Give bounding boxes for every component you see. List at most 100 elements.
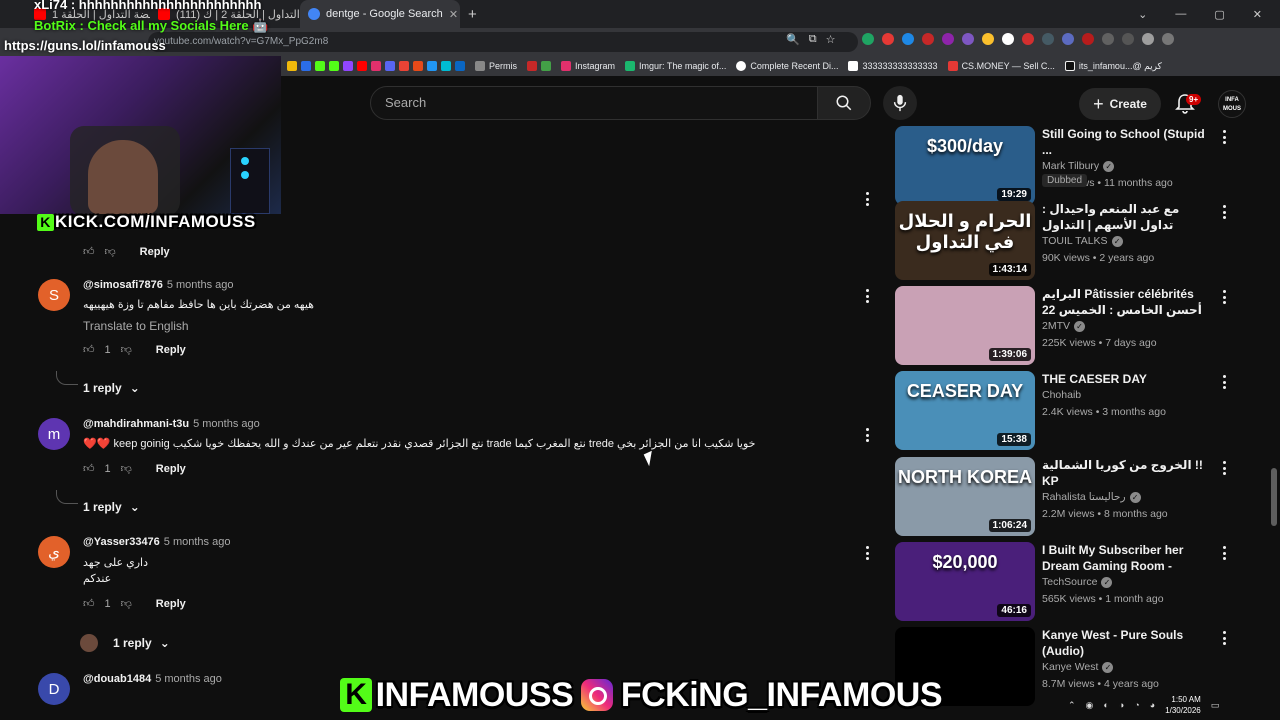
close-icon[interactable]: ✕ [449,8,458,21]
dislike-icon[interactable]: 👎︎ [121,462,132,475]
reply-button[interactable]: Reply [156,344,186,356]
video-thumbnail[interactable]: الحرام و الحلال في التداول 1:43:14 [895,201,1035,280]
like-icon[interactable]: 👍︎ [83,597,95,610]
bookmark-333[interactable]: 333333333333333 [848,61,938,71]
video-thumbnail[interactable]: $300/day 19:29 [895,126,1035,205]
video-title[interactable]: Kanye West - Pure Souls (Audio) [1042,627,1212,659]
comment-menu-icon[interactable] [864,428,870,442]
related-video-2[interactable]: الحرام و الحلال في التداول 1:43:14 مع عبد … [895,201,1235,281]
bookmark-csmoney[interactable]: CS.MONEY — Sell C... [947,61,1055,71]
create-button[interactable]: + Create [1079,88,1161,120]
related-video-4[interactable]: CEASER DAY 15:38 THE CAESER DAY Chohaib 2.4K… [895,371,1235,451]
video-title[interactable]: Still Going to School (Stupid ... [1042,126,1212,158]
bookmark-imgur[interactable]: Imgur: The magic of... [625,61,726,71]
minimize-icon[interactable]: — [1175,8,1186,20]
puzzle-icon[interactable] [1102,33,1114,45]
video-thumbnail[interactable]: NORTH KOREA 1:06:24 [895,457,1035,536]
replies-toggle[interactable]: 1 reply ⌄ [83,500,140,514]
dislike-icon[interactable]: 👎︎ [105,245,116,258]
zoom-icon[interactable]: 🔍 [786,33,800,46]
video-channel[interactable]: 2MTV ✓ [1042,320,1086,332]
app-icon[interactable]: ◑ [1119,700,1124,710]
video-title[interactable]: مع عبد المنعم واحيدال : تداول الأسهم | ا… [1042,201,1212,233]
comment-time[interactable]: 5 months ago [193,418,260,430]
chevron-up-icon[interactable]: ⌃ [1068,700,1076,711]
wifi-icon[interactable]: ◔ [1134,700,1139,710]
extension-icon[interactable] [962,33,974,45]
comment-time[interactable]: 5 months ago [164,536,231,548]
bookmark-github[interactable]: Complete Recent Di... [736,61,838,71]
bookmark-instagram[interactable]: Instagram [561,61,615,71]
like-icon[interactable]: 👍︎ [83,343,95,356]
like-icon[interactable]: 👍︎ [83,245,95,258]
network-icon[interactable]: ◉ [1086,700,1094,711]
video-channel[interactable]: TOUIL TALKS ✓ [1042,235,1123,247]
scrollbar-thumb[interactable] [1271,468,1277,526]
notification-icon[interactable]: ▭ [1211,700,1220,711]
dislike-icon[interactable]: 👎︎ [121,597,132,610]
comment-time[interactable]: 5 months ago [155,673,222,685]
comment-menu-icon[interactable] [864,546,870,560]
replies-toggle[interactable]: 1 reply ⌄ [113,636,170,650]
extension-icon[interactable] [1042,33,1054,45]
video-menu-icon[interactable] [1221,375,1227,389]
video-channel[interactable]: Rahalista رحاليستا ✓ [1042,491,1141,503]
video-thumbnail[interactable]: 1:39:06 [895,286,1035,365]
video-menu-icon[interactable] [1221,130,1227,144]
search-input[interactable]: Search [370,86,818,120]
cast-icon[interactable]: ⧉ [809,33,817,46]
comment-menu-icon[interactable] [864,289,870,303]
extension-icon[interactable] [882,33,894,45]
translate-link[interactable]: Translate to English [83,319,189,333]
clock[interactable]: 1:50 AM 1/30/2026 [1165,694,1201,716]
maximize-icon[interactable]: ▢ [1214,8,1224,21]
extension-icon[interactable] [942,33,954,45]
video-channel[interactable]: Mark Tilbury ✓ [1042,160,1115,172]
video-title[interactable]: THE CAESER DAY [1042,371,1212,387]
video-channel[interactable]: TechSource ✓ [1042,576,1113,588]
avatar[interactable]: ي [38,536,70,568]
extension-icon[interactable] [1002,33,1014,45]
comment-author[interactable]: @mahdirahmani-t3u [83,418,189,430]
profile-icon[interactable] [1142,33,1154,45]
reply-button[interactable]: Reply [156,463,186,475]
replies-toggle[interactable]: 1 reply ⌄ [83,381,140,395]
video-thumbnail[interactable]: CEASER DAY 15:38 [895,371,1035,450]
extension-icon[interactable] [902,33,914,45]
menu-icon[interactable] [1122,33,1134,45]
url-field[interactable]: youtube.com/watch?v=G7Mx_PpG2m8 [148,32,858,52]
video-thumbnail[interactable]: $20,000 46:16 [895,542,1035,621]
comment-author[interactable]: @Yasser33476 [83,536,160,548]
video-channel[interactable]: Chohaib [1042,389,1081,401]
voice-search-button[interactable] [883,86,917,120]
video-menu-icon[interactable] [1221,631,1227,645]
avatar[interactable]: D [38,673,70,705]
new-tab-button[interactable]: + [460,6,485,23]
avatar[interactable]: S [38,279,70,311]
tab-search-icon[interactable]: ⌄ [1138,8,1147,21]
extension-icon[interactable] [982,33,994,45]
close-window-icon[interactable]: ✕ [1253,8,1262,21]
related-video-3[interactable]: 1:39:06 البرايم Pâtissier célébrités أحسن… [895,286,1235,366]
video-menu-icon[interactable] [1221,461,1227,475]
extension-icon[interactable] [1082,33,1094,45]
more-icon[interactable] [1162,33,1174,45]
extension-icon[interactable] [1062,33,1074,45]
comment-author[interactable]: @douab1484 [83,673,151,685]
reply-button[interactable]: Reply [156,598,186,610]
bookmark-star-icon[interactable]: ☆ [826,33,836,46]
browser-tab-3[interactable]: dentge - Google Search ✕ [300,0,460,28]
related-video-6[interactable]: $20,000 46:16 I Built My Subscriber her Dr… [895,542,1235,622]
video-channel[interactable]: Kanye West ✓ [1042,661,1114,673]
video-title[interactable]: I Built My Subscriber her Dream Gaming R… [1042,542,1212,574]
video-menu-icon[interactable] [1221,205,1227,219]
bookmark-tiktok[interactable]: its_infamou...@ كريم [1064,61,1162,72]
video-title[interactable]: البرايم Pâtissier célébrités أحسن الخامس… [1042,286,1212,318]
related-video-5[interactable]: NORTH KOREA 1:06:24 الخروج من كوريا الشمال… [895,457,1235,537]
video-menu-icon[interactable] [1221,546,1227,560]
volume-icon[interactable]: ◕ [1150,700,1155,710]
comment-time[interactable]: 5 months ago [167,279,234,291]
bookmark-permis[interactable]: Permis [475,61,517,71]
comment-author[interactable]: @simosafi7876 [83,279,163,291]
video-title[interactable]: الخروج من كوريا الشمالية !! KP [1042,457,1212,489]
